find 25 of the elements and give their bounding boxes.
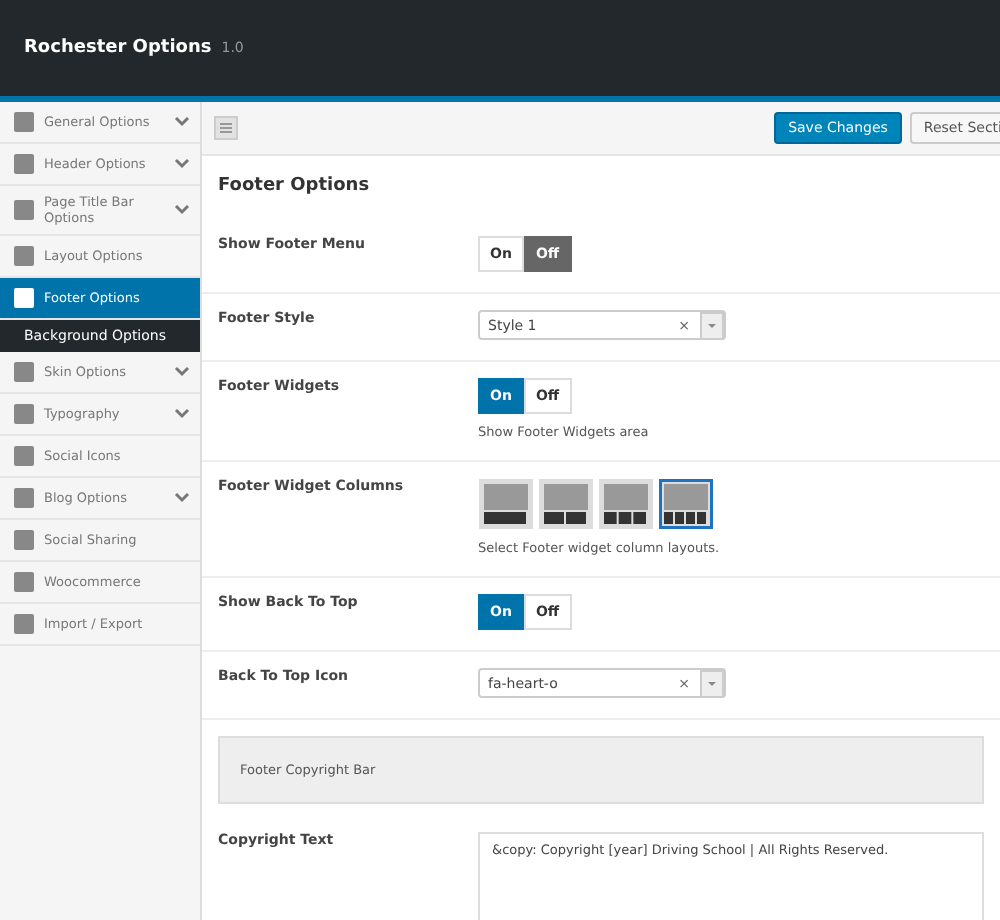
menu-square-icon	[12, 444, 36, 468]
menu-square-icon	[12, 402, 36, 426]
menu-square-icon	[12, 244, 36, 268]
column-layout-option[interactable]	[538, 478, 594, 530]
chevron-down-icon	[174, 366, 190, 378]
chevron-down-icon	[174, 408, 190, 420]
menu-square-icon	[12, 286, 36, 310]
list-icon	[214, 116, 238, 140]
menu-square-icon	[12, 528, 36, 552]
menu-square-icon	[12, 486, 36, 510]
chevron-down-icon	[174, 116, 190, 128]
menu-square-icon	[12, 110, 36, 134]
menu-square-icon	[12, 612, 36, 636]
chevron-down-icon	[174, 158, 190, 170]
menu-square-icon	[12, 360, 36, 384]
column-layout-option[interactable]	[598, 478, 654, 530]
section-title: Footer Options	[216, 174, 372, 200]
column-layout-option[interactable]	[478, 478, 534, 530]
menu-square-icon	[12, 152, 36, 176]
menu-square-icon	[12, 570, 36, 594]
column-layout-option[interactable]	[658, 478, 714, 530]
chevron-down-icon	[174, 204, 190, 216]
menu-square-icon	[12, 198, 36, 222]
chevron-down-icon	[174, 492, 190, 504]
app-title: Rochester Options	[24, 38, 212, 58]
